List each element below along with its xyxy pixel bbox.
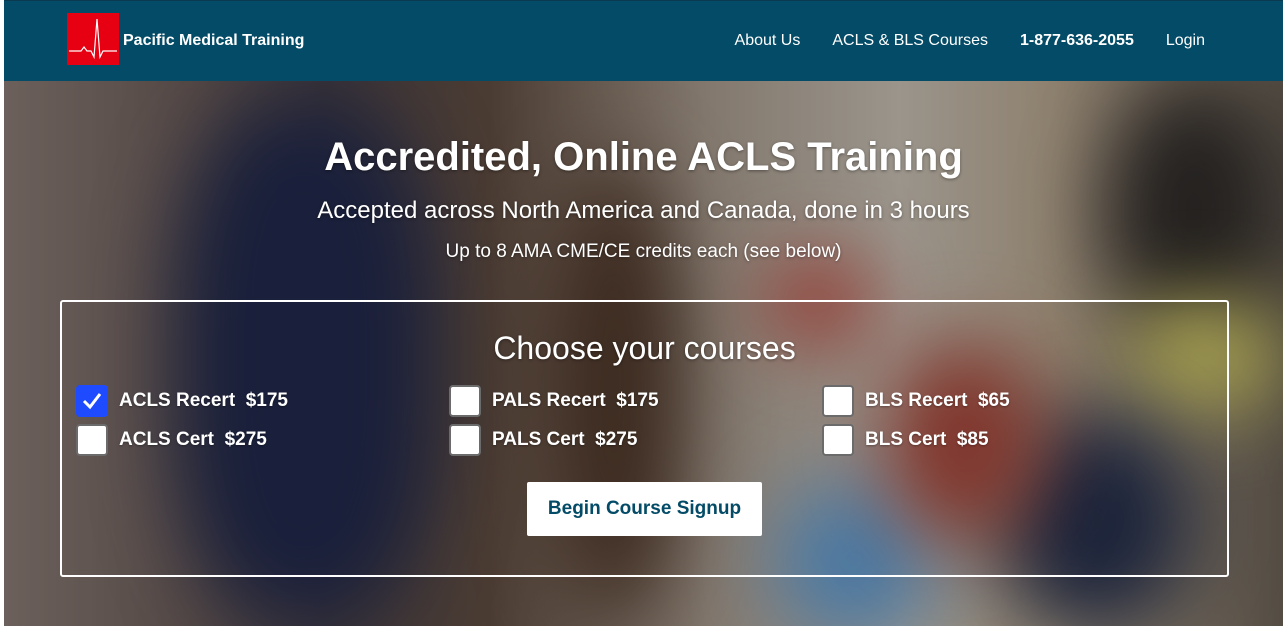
brand-name[interactable]: Pacific Medical Training: [123, 32, 304, 50]
course-option-pals-cert[interactable]: PALS Cert $275: [449, 424, 637, 456]
course-label: PALS Recert $175: [492, 390, 659, 411]
hero-section: Accredited, Online ACLS Training Accepte…: [4, 81, 1283, 626]
checkbox-acls-recert[interactable]: [76, 385, 108, 417]
checkbox-pals-recert[interactable]: [449, 385, 481, 417]
checkbox-acls-cert[interactable]: [76, 424, 108, 456]
course-label: BLS Cert $85: [865, 429, 989, 450]
nav-login[interactable]: Login: [1166, 32, 1205, 50]
begin-signup-button[interactable]: Begin Course Signup: [527, 482, 762, 536]
page: Pacific Medical Training About Us ACLS &…: [4, 0, 1283, 626]
hero-credits: Up to 8 AMA CME/CE credits each (see bel…: [445, 241, 842, 262]
course-option-acls-recert[interactable]: ACLS Recert $175: [76, 385, 288, 417]
ecg-heartbeat-icon[interactable]: [67, 13, 119, 65]
course-option-pals-recert[interactable]: PALS Recert $175: [449, 385, 659, 417]
course-option-bls-recert[interactable]: BLS Recert $65: [822, 385, 1010, 417]
nav-about-us[interactable]: About Us: [735, 32, 801, 50]
hero-title: Accredited, Online ACLS Training: [324, 135, 963, 179]
checkbox-bls-recert[interactable]: [822, 385, 854, 417]
course-option-acls-cert[interactable]: ACLS Cert $275: [76, 424, 267, 456]
course-box-title: Choose your courses: [493, 330, 796, 366]
nav-links: About Us ACLS & BLS Courses 1-877-636-20…: [735, 32, 1205, 50]
checkbox-pals-cert[interactable]: [449, 424, 481, 456]
checkbox-bls-cert[interactable]: [822, 424, 854, 456]
checkmark-icon: [82, 393, 102, 410]
hero-subtitle: Accepted across North America and Canada…: [317, 197, 970, 224]
course-label: BLS Recert $65: [865, 390, 1010, 411]
course-label: ACLS Cert $275: [119, 429, 267, 450]
nav-phone[interactable]: 1-877-636-2055: [1020, 32, 1134, 50]
course-selection-box: Choose your courses ACLS Recert $175 ACL…: [60, 300, 1229, 577]
nav-courses[interactable]: ACLS & BLS Courses: [832, 32, 988, 50]
course-option-bls-cert[interactable]: BLS Cert $85: [822, 424, 989, 456]
navbar: Pacific Medical Training About Us ACLS &…: [4, 0, 1283, 81]
course-label: ACLS Recert $175: [119, 390, 288, 411]
course-label: PALS Cert $275: [492, 429, 638, 450]
